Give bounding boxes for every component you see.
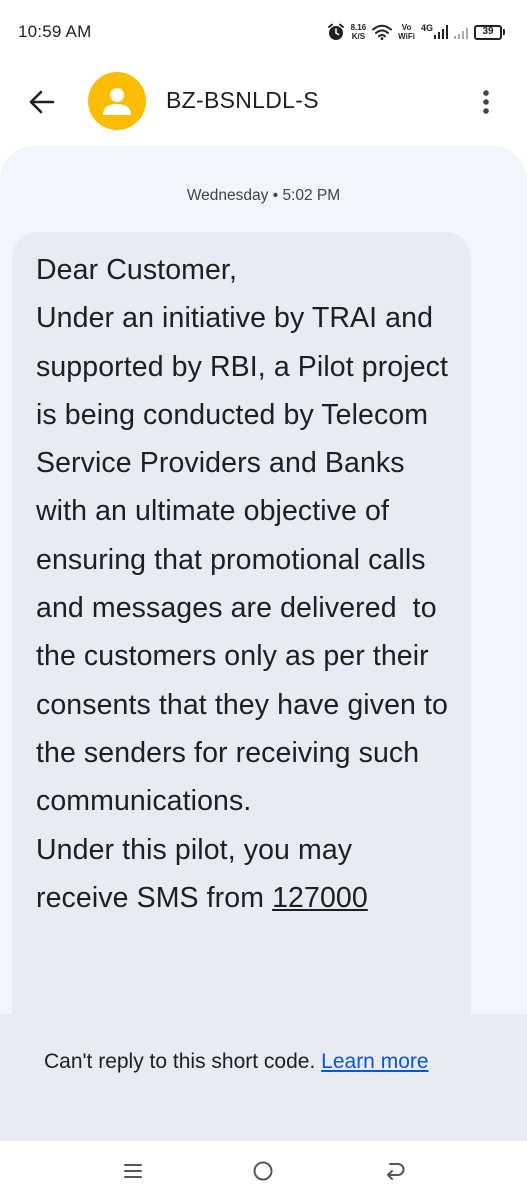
- battery-icon: 39: [474, 24, 505, 40]
- home-button[interactable]: [250, 1158, 276, 1184]
- shortcode-link[interactable]: 127000: [272, 882, 368, 914]
- more-vert-icon: [483, 90, 489, 114]
- contact-name[interactable]: BZ-BSNLDL-S: [166, 87, 319, 114]
- back-icon: [387, 1163, 405, 1180]
- battery-level: 39: [482, 26, 494, 37]
- avatar[interactable]: [88, 72, 146, 130]
- network-speed: 8.16 K/S: [351, 23, 367, 41]
- back-button[interactable]: [24, 84, 60, 120]
- signal-bars-icon: [434, 25, 448, 39]
- menu-icon: [124, 1164, 142, 1178]
- recents-button[interactable]: [120, 1158, 146, 1184]
- notice-text-container: Can't reply to this short code. Learn mo…: [44, 1044, 484, 1080]
- status-time: 10:59 AM: [18, 22, 92, 41]
- message-bubble[interactable]: Dear Customer, Under an initiative by TR…: [12, 232, 471, 1016]
- reply-notice: Can't reply to this short code. Learn mo…: [0, 1014, 527, 1141]
- system-back-button[interactable]: [382, 1158, 408, 1184]
- network-speed-value: 8.16: [350, 23, 367, 32]
- learn-more-link[interactable]: Learn more: [321, 1050, 428, 1073]
- alarm-icon: [327, 23, 344, 40]
- signal-bars-secondary-icon: [454, 25, 468, 39]
- person-icon: [103, 88, 131, 115]
- more-options-button[interactable]: [471, 84, 501, 120]
- status-bar: 10:59 AM 8.16 K/S Vo WiFi 4G 39: [0, 0, 527, 62]
- mobile-signal: 4G: [420, 23, 448, 39]
- network-type-label: 4G: [420, 23, 433, 33]
- message-list[interactable]: Wednesday • 5:02 PM Dear Customer, Under…: [0, 146, 527, 1016]
- status-icons: 8.16 K/S Vo WiFi 4G 39: [327, 20, 505, 44]
- conversation-header: BZ-BSNLDL-S: [0, 62, 527, 144]
- arrow-left-icon: [29, 90, 55, 114]
- message-body: Dear Customer, Under an initiative by TR…: [36, 246, 451, 922]
- vo-label: Vo: [401, 23, 412, 32]
- wifi-icon: [372, 24, 393, 40]
- network-speed-unit: K/S: [351, 32, 366, 41]
- system-nav-bar: [0, 1141, 527, 1200]
- notice-text: Can't reply to this short code.: [44, 1050, 322, 1073]
- message-text: Dear Customer, Under an initiative by TR…: [36, 254, 449, 914]
- message-timestamp: Wednesday • 5:02 PM: [186, 187, 341, 204]
- vowifi-indicator: Vo WiFi: [398, 23, 415, 41]
- wifi-label: WiFi: [398, 32, 415, 41]
- home-icon: [253, 1161, 273, 1181]
